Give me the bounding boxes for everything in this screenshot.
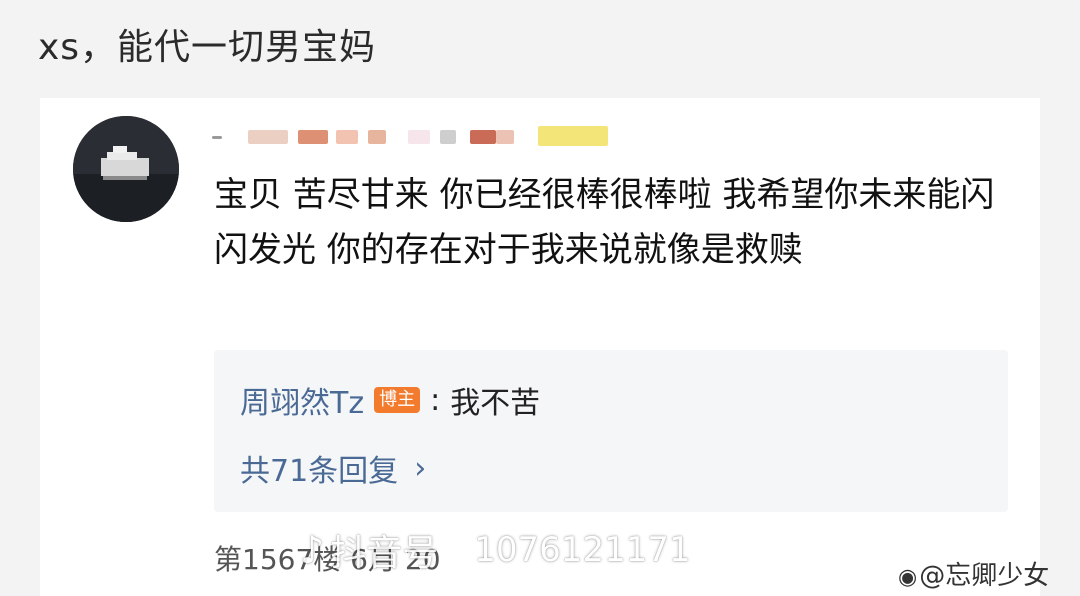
douyin-watermark: ♪ 抖音号 1076121171: [300, 524, 691, 576]
weibo-credit: ◉@忘卿少女: [898, 555, 1049, 592]
reply-text: 我不苦: [450, 386, 541, 421]
view-replies-link[interactable]: 共71条回复 ›: [240, 446, 426, 490]
screenshot-page: xs，能代一切男宝妈 宝贝 苦尽甘来 你已经很棒很棒啦 我希望你未来能闪闪发光 …: [0, 0, 1080, 596]
post-caption: xs，能代一切男宝妈: [38, 27, 377, 68]
avatar[interactable]: [73, 116, 179, 222]
reply-line: 周翊然Tz 博主 : 我不苦: [240, 378, 540, 422]
reply-count: 共71条回复: [240, 454, 399, 489]
comment-card: 宝贝 苦尽甘来 你已经很棒很棒啦 我希望你未来能闪闪发光 你的存在对于我来说就像…: [40, 98, 1040, 596]
reply-author[interactable]: 周翊然Tz: [240, 378, 364, 422]
chevron-right-icon: ›: [414, 450, 427, 486]
author-badge: 博主: [374, 387, 421, 413]
reply-colon: :: [430, 382, 441, 418]
watermark-app: 抖音号: [330, 533, 439, 574]
username-blurred[interactable]: [212, 118, 612, 158]
weibo-icon: ◉: [898, 565, 918, 590]
reply-preview[interactable]: 周翊然Tz 博主 : 我不苦 共71条回复 ›: [214, 350, 1008, 512]
avatar-image: [73, 116, 179, 222]
watermark-uid: 1076121171: [474, 530, 691, 570]
comment-text: 宝贝 苦尽甘来 你已经很棒很棒啦 我希望你未来能闪闪发光 你的存在对于我来说就像…: [214, 175, 995, 270]
credit-text: @忘卿少女: [919, 561, 1050, 591]
douyin-note-icon: ♪: [300, 528, 325, 572]
